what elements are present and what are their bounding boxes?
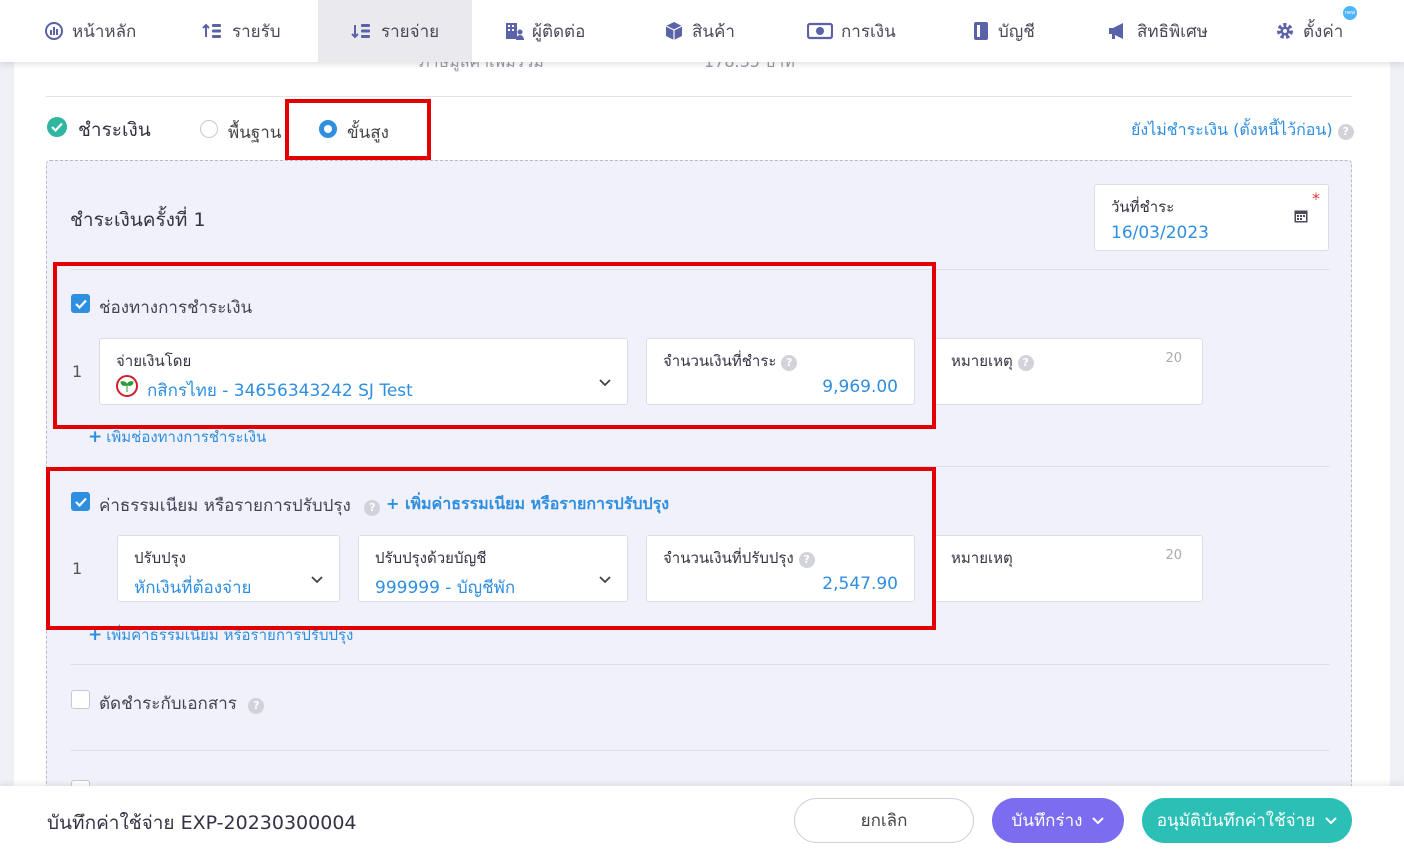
unpaid-link[interactable]: ยังไม่ชำระเงิน (ตั้งหนี้ไว้ก่อน) ? (1131, 118, 1354, 143)
nav-item-products[interactable]: สินค้า (664, 0, 735, 62)
fee-note-char-count: 20 (1165, 548, 1182, 563)
note-char-count: 20 (1165, 351, 1182, 366)
divider (70, 750, 1330, 751)
note-field[interactable]: หมายเหตุ ? 20 (934, 338, 1203, 405)
top-navigation: หน้าหลัก รายรับ รายจ่าย ผู้ติดต่อ สินค้า… (0, 0, 1404, 62)
help-icon[interactable]: ? (1337, 123, 1354, 140)
expense-icon (351, 24, 370, 39)
nav-label: ผู้ติดต่อ (532, 21, 586, 42)
cancel-label[interactable]: ยกเลิก (861, 807, 908, 834)
save-draft-label[interactable]: บันทึกร่าง (1012, 807, 1083, 834)
nav-item-home[interactable]: หน้าหลัก (44, 0, 136, 62)
document-title: บันทึกค่าใช้จ่าย EXP-20230300004 (47, 812, 357, 834)
divider (70, 664, 1330, 665)
fee-note-label: หมายเหตุ (951, 549, 1013, 567)
nav-label: รายรับ (232, 21, 281, 42)
approve-label[interactable]: อนุมัติบันทึกค่าใช้จ่าย (1157, 807, 1315, 834)
nav-item-settings[interactable]: ตั้งค่า new (1275, 0, 1357, 62)
required-star: * (1312, 189, 1320, 208)
payment-date-label: วันที่ชำระ (1111, 198, 1175, 216)
chevron-down-icon[interactable] (1325, 816, 1337, 825)
payment-round-title: ชำระเงินครั้งที่ 1 (70, 209, 206, 231)
money-icon (807, 22, 833, 40)
chevron-down-icon[interactable] (1092, 816, 1105, 825)
highlight-fees-adjustments (46, 467, 936, 630)
income-icon (202, 23, 221, 38)
radio-basic[interactable] (200, 120, 218, 138)
payment-date-field[interactable]: วันที่ชำระ 16/03/2023 * (1094, 184, 1329, 251)
footer-bar: บันทึกค่าใช้จ่าย EXP-20230300004 ยกเลิก … (0, 786, 1404, 852)
help-icon[interactable]: ? (248, 697, 265, 714)
cancel-button[interactable]: ยกเลิก (794, 798, 974, 843)
new-badge: new (1343, 6, 1357, 20)
highlight-payment-channel (53, 262, 936, 429)
offset-label: ตัดชำระกับเอกสาร ? (99, 690, 265, 717)
dashboard-icon (45, 22, 63, 40)
note-label-text: หมายเหตุ (951, 352, 1013, 370)
help-icon[interactable]: ? (1017, 354, 1034, 371)
offset-label-text: ตัดชำระกับเอกสาร (99, 694, 237, 714)
fee-note-field[interactable]: หมายเหตุ 20 (934, 535, 1203, 602)
offset-checkbox[interactable] (71, 690, 90, 709)
nav-label: สิทธิพิเศษ (1137, 21, 1208, 42)
box-icon (665, 22, 683, 40)
nav-label: หน้าหลัก (72, 21, 137, 42)
ledger-icon (974, 22, 988, 40)
nav-label: ตั้งค่า (1303, 21, 1344, 42)
calendar-icon[interactable] (1294, 209, 1308, 223)
nav-label: การเงิน (841, 21, 896, 42)
radio-basic-label[interactable]: พื้นฐาน (228, 119, 281, 146)
add-channel-label[interactable]: เพิ่มช่องทางการชำระเงิน (106, 428, 266, 446)
payment-title: ชำระเงิน (78, 119, 151, 141)
vat-total-value: 178.35 บาท (704, 62, 795, 75)
contacts-icon (506, 23, 524, 40)
nav-item-contacts[interactable]: ผู้ติดต่อ (504, 0, 585, 62)
megaphone-icon (1109, 23, 1123, 39)
nav-label: รายจ่าย (381, 21, 440, 42)
payment-date-value[interactable]: 16/03/2023 (1111, 223, 1209, 243)
gear-icon (1277, 23, 1293, 39)
unpaid-link-label[interactable]: ยังไม่ชำระเงิน (ตั้งหนี้ไว้ก่อน) (1131, 120, 1333, 139)
nav-item-privileges[interactable]: สิทธิพิเศษ (1107, 0, 1208, 62)
nav-item-accounting[interactable]: บัญชี (972, 0, 1035, 62)
note-label: หมายเหตุ ? (951, 349, 1034, 373)
nav-label: สินค้า (692, 21, 735, 42)
nav-item-finance[interactable]: การเงิน (807, 0, 896, 62)
save-draft-button[interactable]: บันทึกร่าง (992, 798, 1124, 843)
vat-total-label: ภาษีมูลค่าเพิ่มรวม (419, 62, 544, 75)
nav-item-expense[interactable]: รายจ่าย (318, 0, 472, 62)
nav-item-income[interactable]: รายรับ (202, 0, 281, 62)
nav-label: บัญชี (998, 21, 1035, 42)
payment-check-icon (47, 117, 67, 137)
highlight-advanced-mode (285, 99, 431, 160)
divider (46, 96, 1352, 97)
approve-button[interactable]: อนุมัติบันทึกค่าใช้จ่าย (1142, 798, 1352, 843)
